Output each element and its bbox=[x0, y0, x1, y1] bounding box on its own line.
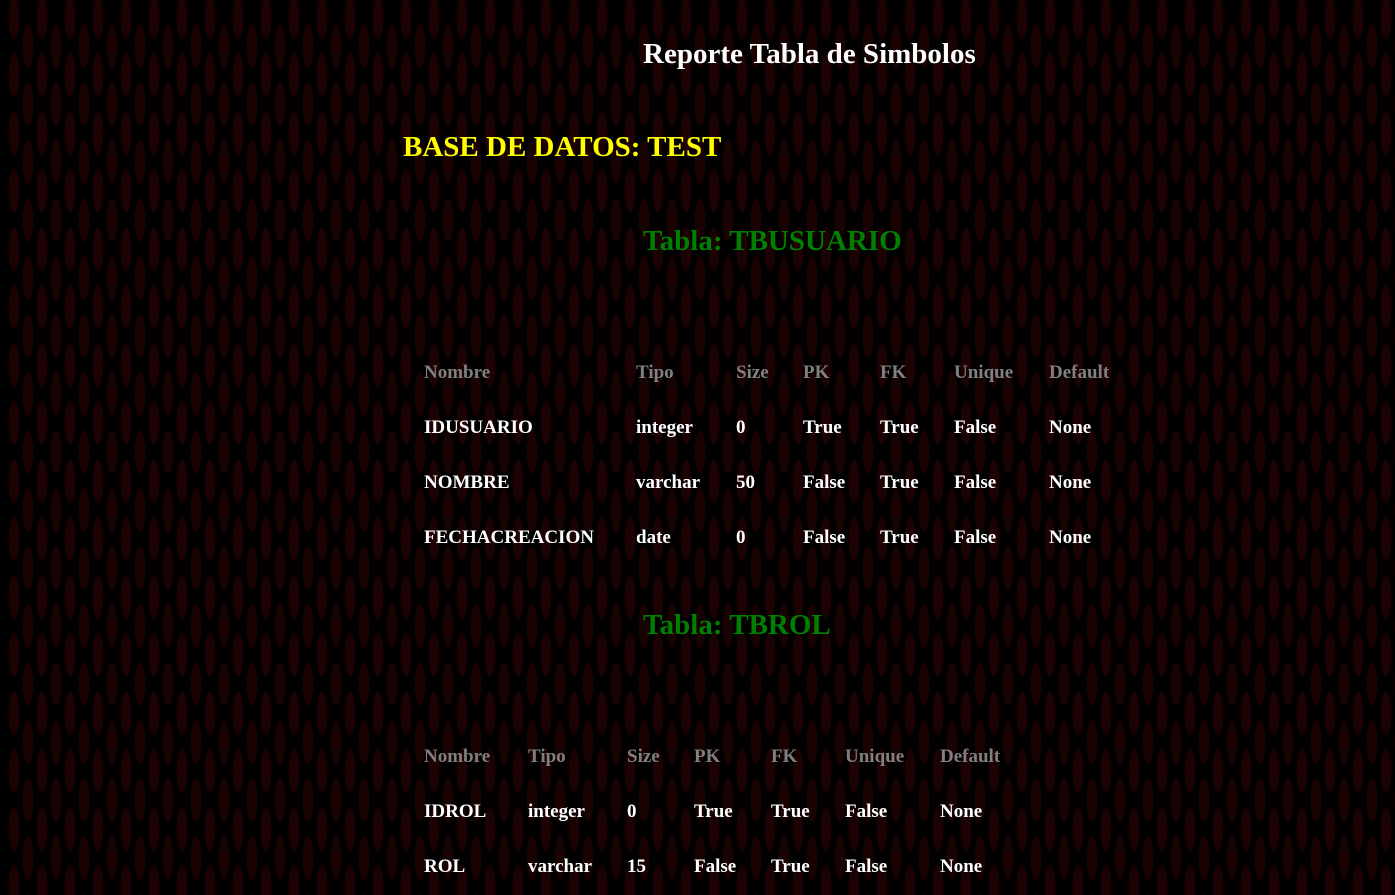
symbol-table-tbrol: Nombre Tipo Size PK FK Unique Default ID… bbox=[424, 729, 1020, 894]
column-header-size: Size bbox=[627, 745, 660, 767]
table-header-row: Nombre Tipo Size PK FK Unique Default bbox=[424, 729, 1020, 784]
table-row: IDUSUARIO integer 0 True True False None bbox=[424, 400, 1129, 455]
cell-tipo: date bbox=[636, 526, 671, 548]
cell-default: None bbox=[940, 800, 983, 822]
column-header-default: Default bbox=[940, 745, 1001, 767]
page-title: Reporte Tabla de Simbolos bbox=[643, 38, 976, 70]
cell-unique: False bbox=[954, 416, 997, 438]
column-header-unique: Unique bbox=[954, 361, 1014, 383]
cell-fk: True bbox=[771, 855, 810, 877]
column-header-nombre: Nombre bbox=[424, 361, 491, 383]
column-header-nombre: Nombre bbox=[424, 745, 491, 767]
column-header-fk: FK bbox=[771, 745, 798, 767]
cell-default: None bbox=[1049, 526, 1092, 548]
column-header-unique: Unique bbox=[845, 745, 905, 767]
cell-nombre: IDROL bbox=[424, 800, 487, 822]
table-header-row: Nombre Tipo Size PK FK Unique Default bbox=[424, 345, 1129, 400]
table-row: ROL varchar 15 False True False None bbox=[424, 839, 1020, 894]
cell-unique: False bbox=[954, 526, 997, 548]
cell-nombre: FECHACREACION bbox=[424, 526, 594, 548]
cell-unique: False bbox=[845, 800, 888, 822]
cell-fk: True bbox=[880, 526, 919, 548]
column-header-pk: PK bbox=[803, 361, 830, 383]
database-title: BASE DE DATOS: TEST bbox=[403, 131, 722, 163]
cell-size: 0 bbox=[736, 416, 746, 438]
cell-default: None bbox=[1049, 471, 1092, 493]
symbol-table-tbusuario: Nombre Tipo Size PK FK Unique Default ID… bbox=[424, 345, 1129, 565]
cell-tipo: integer bbox=[528, 800, 585, 822]
column-header-tipo: Tipo bbox=[528, 745, 566, 767]
column-header-tipo: Tipo bbox=[636, 361, 674, 383]
cell-default: None bbox=[940, 855, 983, 877]
cell-pk: False bbox=[803, 526, 846, 548]
cell-nombre: NOMBRE bbox=[424, 471, 510, 493]
column-header-fk: FK bbox=[880, 361, 907, 383]
cell-pk: True bbox=[694, 800, 733, 822]
cell-fk: True bbox=[771, 800, 810, 822]
cell-tipo: varchar bbox=[636, 471, 701, 493]
cell-pk: False bbox=[694, 855, 737, 877]
table-row: NOMBRE varchar 50 False True False None bbox=[424, 455, 1129, 510]
cell-tipo: varchar bbox=[528, 855, 593, 877]
cell-fk: True bbox=[880, 416, 919, 438]
column-header-default: Default bbox=[1049, 361, 1110, 383]
cell-pk: True bbox=[803, 416, 842, 438]
cell-unique: False bbox=[954, 471, 997, 493]
cell-fk: True bbox=[880, 471, 919, 493]
table-row: IDROL integer 0 True True False None bbox=[424, 784, 1020, 839]
cell-nombre: ROL bbox=[424, 855, 466, 877]
cell-unique: False bbox=[845, 855, 888, 877]
cell-nombre: IDUSUARIO bbox=[424, 416, 533, 438]
cell-size: 50 bbox=[736, 471, 755, 493]
table-title-tbusuario: Tabla: TBUSUARIO bbox=[643, 225, 902, 257]
cell-pk: False bbox=[803, 471, 846, 493]
cell-size: 0 bbox=[627, 800, 637, 822]
cell-tipo: integer bbox=[636, 416, 693, 438]
column-header-size: Size bbox=[736, 361, 769, 383]
table-title-tbrol: Tabla: TBROL bbox=[643, 609, 831, 641]
column-header-pk: PK bbox=[694, 745, 721, 767]
cell-default: None bbox=[1049, 416, 1092, 438]
table-row: FECHACREACION date 0 False True False No… bbox=[424, 510, 1129, 565]
cell-size: 15 bbox=[627, 855, 646, 877]
cell-size: 0 bbox=[736, 526, 746, 548]
